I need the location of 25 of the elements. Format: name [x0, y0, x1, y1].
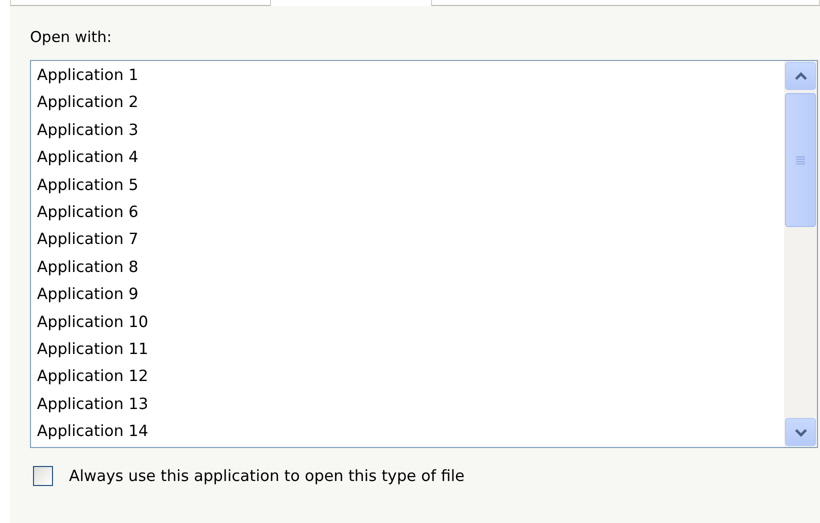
application-item[interactable]: Application 10 — [35, 308, 150, 336]
application-item[interactable]: Application 8 — [35, 254, 140, 282]
application-item[interactable]: Application 14 — [35, 418, 150, 446]
application-item[interactable]: Application 3 — [35, 116, 140, 144]
scroll-thumb[interactable] — [785, 93, 816, 227]
chevron-down-icon — [794, 428, 808, 436]
application-item[interactable]: Application 9 — [35, 281, 140, 309]
chevron-up-icon — [794, 72, 808, 80]
always-use-checkbox[interactable] — [33, 466, 53, 486]
application-item[interactable]: Application 5 — [35, 172, 140, 199]
application-item[interactable]: Application 4 — [35, 144, 140, 172]
application-item[interactable]: Application 12 — [35, 363, 150, 391]
application-item[interactable]: Application 1 — [35, 62, 140, 90]
scrollbar[interactable] — [784, 61, 817, 447]
application-item[interactable]: Application 2 — [35, 89, 140, 117]
grip-icon — [796, 156, 805, 164]
application-item[interactable]: Application 6 — [35, 198, 140, 226]
open-with-label: Open with: — [30, 28, 113, 46]
application-item[interactable]: Application 7 — [35, 226, 140, 254]
application-item[interactable]: Application 11 — [35, 336, 150, 364]
scroll-up-button[interactable] — [785, 62, 816, 90]
application-item[interactable]: Application 13 — [35, 390, 150, 418]
always-use-label: Always use this application to open this type of file — [69, 467, 465, 485]
application-list[interactable]: Application 1 Application 2 Application 3 Application 4 Application 5 Application 6 Application 7 Application 8 Application 9 Application 10 Application 11 Application 12 Application 13 Application 14 — [30, 60, 818, 448]
scroll-down-button[interactable] — [785, 418, 816, 446]
